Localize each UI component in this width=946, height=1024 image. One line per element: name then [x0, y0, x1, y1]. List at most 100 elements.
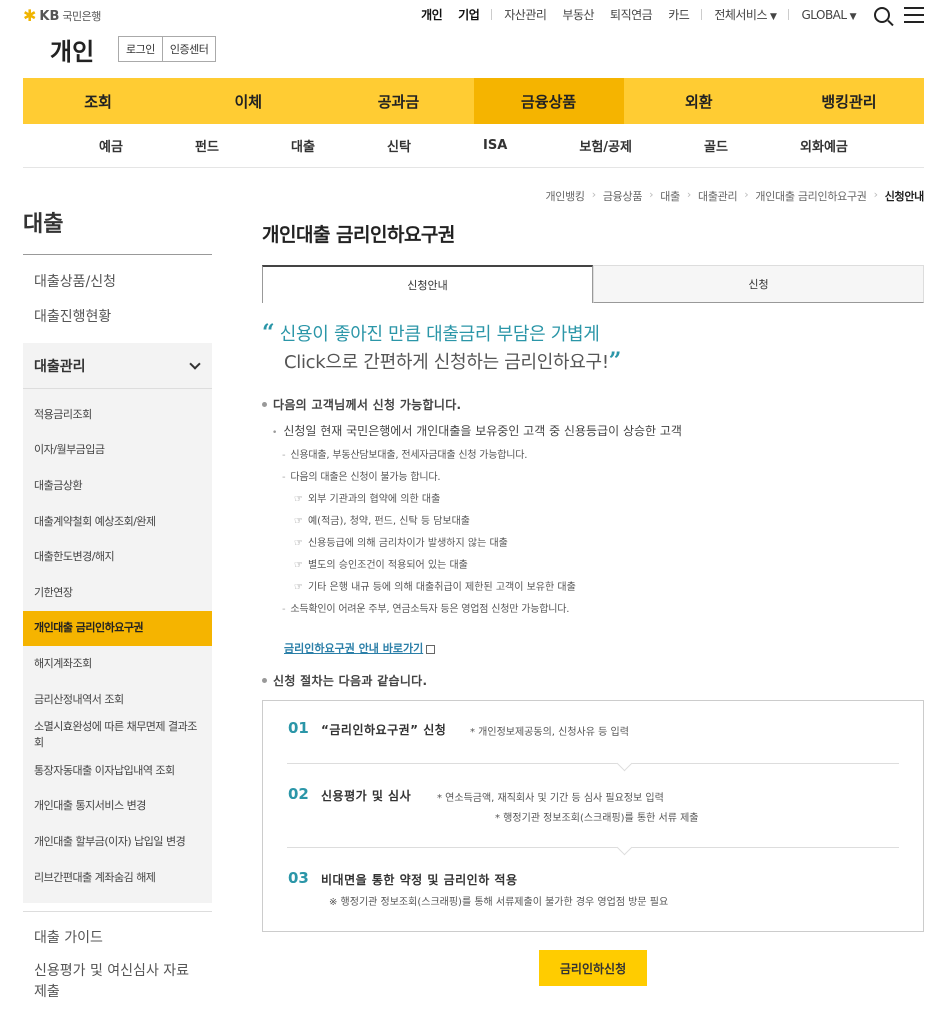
lnb-sub-item[interactable]: 대출금상환 — [23, 468, 212, 504]
subnav-trust[interactable]: 신탁 — [387, 136, 411, 155]
condition-sub: 소득확인이 어려운 주부, 연금소득자 등은 영업점 신청만 가능합니다. — [282, 600, 569, 615]
breadcrumb: 개인뱅킹 › 금융상품 › 대출 › 대출관리 › 개인대출 금리인하요구권 › 신청안내 — [545, 188, 924, 204]
lnb-sub-item[interactable]: 대출한도변경/해지 — [23, 539, 212, 575]
hamburger-menu-icon[interactable] — [904, 6, 924, 23]
subnav-fund[interactable]: 펀드 — [195, 136, 219, 155]
gnb-utility[interactable]: 공과금 — [323, 78, 473, 124]
step-desc: * 연소득금액, 재직회사 및 기간 등 심사 필요정보 입력 — [437, 793, 664, 804]
lnb-item-loan-progress[interactable]: 대출진행현황 — [23, 300, 212, 335]
gnb-forex[interactable]: 외환 — [624, 78, 774, 124]
lnb-sub-item-active[interactable]: 개인대출 금리인하요구권 — [23, 610, 212, 647]
top-link-realestate[interactable]: 부동산 — [554, 6, 602, 23]
top-link-pension[interactable]: 퇴직연금 — [602, 6, 660, 23]
apply-rate-cut-button[interactable]: 금리인하신청 — [539, 950, 647, 986]
lnb-sub-item[interactable]: 금리산정내역서 조회 — [23, 682, 212, 718]
breadcrumb-sep-icon: › — [873, 188, 878, 201]
tab-guide[interactable]: 신청안내 — [262, 265, 593, 303]
subnav-isa[interactable]: ISA — [483, 138, 507, 153]
quote-close-icon: ” — [608, 348, 622, 374]
all-services-label: 전체서비스 — [714, 8, 768, 22]
quote-line-1: 신용이 좋아진 만큼 대출금리 부담은 가볍게 — [279, 324, 600, 345]
breadcrumb-item[interactable]: 개인대출 금리인하요구권 — [755, 188, 867, 204]
condition-sub: 신용대출, 부동산담보대출, 전세자금대출 신청 가능합니다. — [282, 446, 527, 461]
step-title: 비대면을 통한 약정 및 금리인하 적용 — [321, 873, 518, 887]
lnb-sub-item[interactable]: 개인대출 통지서비스 변경 — [23, 789, 212, 825]
lnb-item-credit-docs[interactable]: 신용평가 및 여신심사 자료 제출 — [23, 955, 212, 1009]
external-link-icon — [426, 644, 436, 654]
gnb-financial-products[interactable]: 금융상품 — [473, 78, 624, 124]
condition-main: 신청일 현재 국민은행에서 개인대출을 보유중인 고객 중 신용등급이 상승한 … — [272, 422, 682, 439]
login-button[interactable]: 로그인 — [118, 36, 163, 62]
subnav-insurance[interactable]: 보험/공제 — [579, 136, 632, 155]
gnb-transfer[interactable]: 이체 — [173, 78, 323, 124]
condition-excluded-item: 기타 은행 내규 등에 의해 대출취급이 제한된 고객이 보유한 대출 — [294, 578, 576, 593]
quote-open-icon: “ — [262, 320, 275, 346]
step-divider — [287, 847, 899, 848]
gnb-inquiry[interactable]: 조회 — [23, 78, 173, 124]
lnb-sub-item[interactable]: 대출계약철회 예상조회/완제 — [23, 504, 212, 540]
lnb-group-title: 대출관리 — [34, 358, 86, 375]
bullet-icon — [262, 402, 267, 407]
divider — [491, 9, 493, 20]
top-link-personal[interactable]: 개인 — [413, 6, 450, 23]
lnb-sub-item[interactable]: 소멸시효완성에 따른 채무면제 결과조회 — [23, 717, 212, 753]
section-procedure-text: 신청 절차는 다음과 같습니다. — [273, 674, 428, 688]
guide-shortcut-link[interactable]: 금리인하요구권 안내 바로가기 — [284, 640, 436, 656]
gnb-banking-management[interactable]: 뱅킹관리 — [774, 78, 924, 124]
promo-quote: “ 신용이 좋아진 만큼 대출금리 부담은 가볍게 Click으로 간편하게 신… — [262, 320, 621, 376]
cert-center-button[interactable]: 인증센터 — [162, 36, 217, 62]
breadcrumb-item[interactable]: 대출 — [660, 188, 680, 204]
step-desc: * 개인정보제공동의, 신청사유 등 입력 — [470, 727, 629, 738]
step-desc: ※ 행정기관 정보조회(스크래핑)를 통해 서류제출이 불가한 경우 영업점 방… — [329, 897, 669, 908]
step-title: “금리인하요구권” 신청 — [321, 723, 447, 737]
condition-excluded-item: 예(적금), 청약, 펀드, 신탁 등 담보대출 — [294, 512, 470, 527]
step-number: 01 — [288, 719, 309, 737]
kb-star-icon: ✱ — [23, 6, 37, 25]
top-link-corporate[interactable]: 기업 — [450, 6, 487, 23]
section-procedure-heading: 신청 절차는 다음과 같습니다. — [262, 672, 427, 689]
divider — [788, 9, 790, 20]
top-link-card[interactable]: 카드 — [660, 6, 697, 23]
lnb-title: 대출 — [23, 190, 212, 255]
top-nav: 개인 기업 자산관리 부동산 퇴직연금 카드 전체서비스 ▼ GLOBAL ▼ — [413, 6, 924, 23]
subnav-deposit[interactable]: 예금 — [99, 136, 123, 155]
top-link-all-services[interactable]: 전체서비스 ▼ — [706, 6, 784, 23]
lnb-group-toggle[interactable]: 대출관리 — [23, 343, 212, 389]
lnb-sub-item[interactable]: 이자/월부금입금 — [23, 433, 212, 469]
caret-down-icon: ▼ — [849, 11, 857, 22]
step-number: 03 — [288, 869, 309, 887]
lnb-item-loan-guide[interactable]: 대출 가이드 — [23, 922, 212, 955]
login-box: 로그인 인증센터 — [118, 36, 217, 62]
breadcrumb-item[interactable]: 금융상품 — [603, 188, 643, 204]
step-divider — [287, 763, 899, 764]
top-link-global[interactable]: GLOBAL ▼ — [793, 8, 864, 22]
procedure-steps-box: 01 “금리인하요구권” 신청 * 개인정보제공동의, 신청사유 등 입력 02… — [262, 700, 924, 932]
lnb-sub-item[interactable]: 해지계좌조회 — [23, 646, 212, 682]
kb-logo[interactable]: ✱ KB 국민은행 — [23, 8, 101, 24]
search-icon[interactable] — [874, 6, 890, 23]
divider — [701, 9, 703, 20]
lnb-sub-item[interactable]: 개인대출 할부금(이자) 납입일 변경 — [23, 824, 212, 860]
top-link-asset[interactable]: 자산관리 — [496, 6, 554, 23]
quote-line-2: Click으로 간편하게 신청하는 금리인하요구! — [284, 352, 609, 373]
condition-excluded-item: 별도의 승인조건이 적용되어 있는 대출 — [294, 556, 468, 571]
lnb-sub-item[interactable]: 통장자동대출 이자납입내역 조회 — [23, 753, 212, 789]
lnb-sub-item[interactable]: 기한연장 — [23, 575, 212, 611]
condition-excluded-item: 신용등급에 의해 금리차이가 발생하지 않는 대출 — [294, 534, 508, 549]
logo-kb-text: KB — [39, 8, 60, 24]
sub-nav: 예금 펀드 대출 신탁 ISA 보험/공제 골드 외화예금 — [23, 124, 924, 168]
breadcrumb-sep-icon: › — [744, 188, 749, 201]
tab-apply[interactable]: 신청 — [593, 265, 924, 303]
breadcrumb-current: 신청안내 — [884, 190, 925, 203]
subnav-gold[interactable]: 골드 — [704, 136, 728, 155]
breadcrumb-item[interactable]: 대출관리 — [698, 188, 738, 204]
subnav-fx-deposit[interactable]: 외화예금 — [800, 136, 848, 155]
breadcrumb-sep-icon: › — [686, 188, 691, 201]
lnb-sub-item[interactable]: 적용금리조회 — [23, 397, 212, 433]
breadcrumb-item[interactable]: 개인뱅킹 — [545, 188, 585, 204]
subnav-loan[interactable]: 대출 — [291, 136, 315, 155]
lnb-sub-item[interactable]: 리브간편대출 계좌숨김 해제 — [23, 860, 212, 896]
chevron-down-icon — [189, 357, 201, 370]
lnb-item-loan-products[interactable]: 대출상품/신청 — [23, 265, 212, 300]
section-eligibility-text: 다음의 고객님께서 신청 가능합니다. — [273, 398, 462, 412]
